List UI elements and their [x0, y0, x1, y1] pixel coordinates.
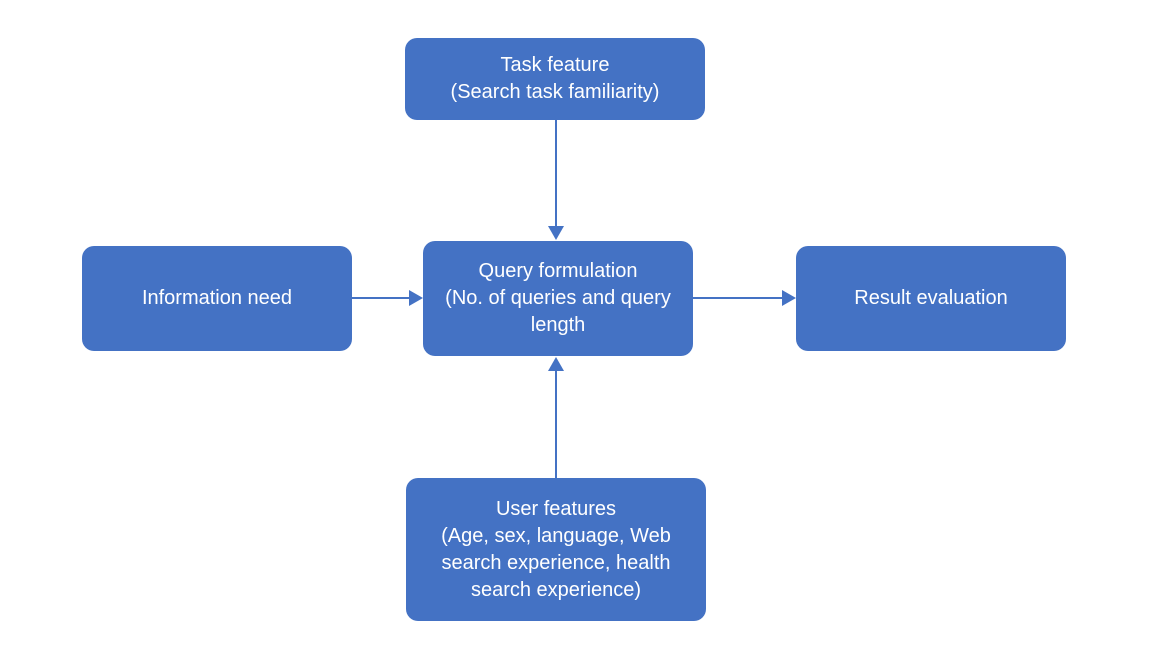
user-features-line4: search experience) — [471, 577, 641, 604]
user-features-line3: search experience, health — [441, 550, 670, 577]
information-need-title: Information need — [142, 285, 292, 312]
node-task-feature: Task feature (Search task familiarity) — [405, 38, 705, 120]
task-feature-subtitle: (Search task familiarity) — [451, 79, 660, 106]
node-result-evaluation: Result evaluation — [796, 246, 1066, 351]
node-information-need: Information need — [82, 246, 352, 351]
query-formulation-line2: (No. of queries and query — [445, 285, 671, 312]
query-formulation-title: Query formulation — [479, 258, 638, 285]
task-feature-title: Task feature — [501, 52, 610, 79]
result-evaluation-title: Result evaluation — [854, 285, 1007, 312]
node-user-features: User features (Age, sex, language, Web s… — [406, 478, 706, 621]
query-formulation-line3: length — [531, 312, 586, 339]
user-features-line2: (Age, sex, language, Web — [441, 523, 671, 550]
node-query-formulation: Query formulation (No. of queries and qu… — [423, 241, 693, 356]
user-features-title: User features — [496, 496, 616, 523]
